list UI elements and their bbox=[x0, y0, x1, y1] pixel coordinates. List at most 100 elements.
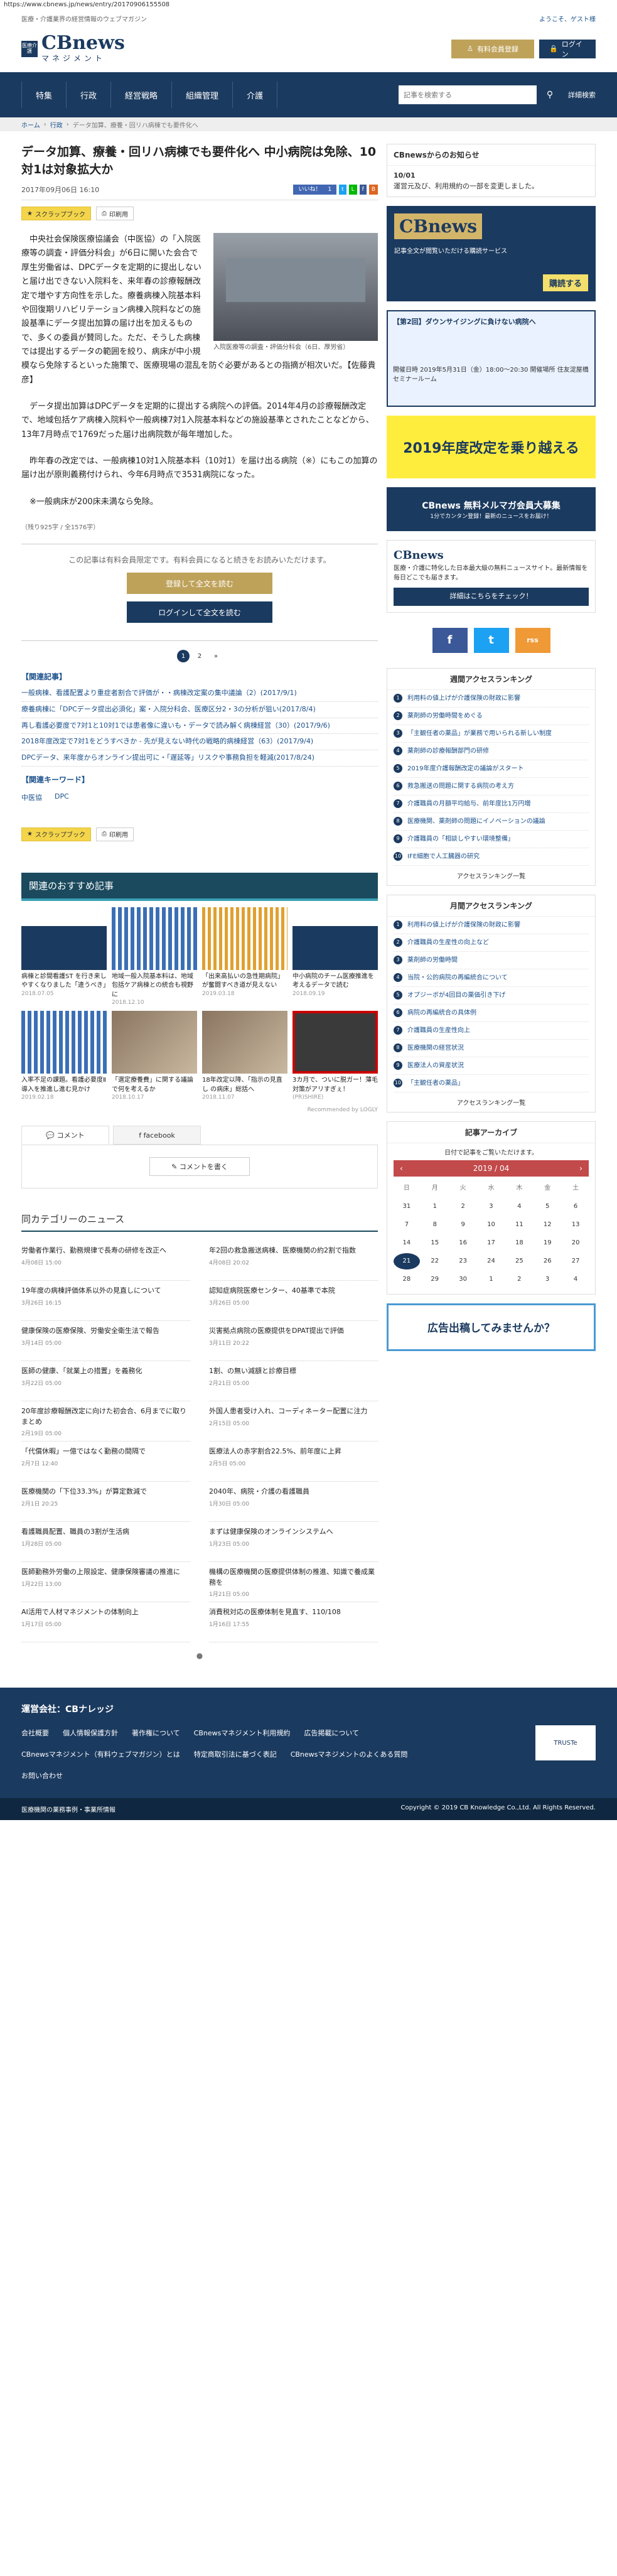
paywall-register-button[interactable]: 登録して全文を読む bbox=[127, 573, 272, 595]
calendar-day[interactable]: 15 bbox=[422, 1235, 448, 1251]
calendar-day[interactable]: 30 bbox=[450, 1271, 476, 1288]
reco-card[interactable]: 地域一般入院基本料は、地域包括ケア病棟との統合も視野に 2018.12.10 bbox=[112, 907, 197, 1006]
calendar-day[interactable]: 2 bbox=[506, 1271, 532, 1288]
calendar-day[interactable]: 3 bbox=[478, 1199, 505, 1215]
twitter-icon[interactable]: t bbox=[473, 627, 509, 653]
calendar-day[interactable]: 10 bbox=[478, 1217, 505, 1233]
crumb-gov[interactable]: 行政 bbox=[50, 120, 63, 129]
reco-card[interactable]: 「出来高払いの急性期病院」が奮闘すべき道が見えない 2019.03.18 bbox=[202, 907, 287, 1006]
monthly-more-link[interactable]: アクセスランキング一覧 bbox=[387, 1092, 595, 1112]
page-2[interactable]: 2 bbox=[193, 650, 206, 662]
nav-item-care[interactable]: 介護 bbox=[233, 82, 278, 108]
footer-link[interactable]: 特定商取引法に基づく表記 bbox=[194, 1747, 277, 1762]
ranking-item[interactable]: 救急搬送の問題に関する病院の考え方 bbox=[394, 778, 589, 795]
site-logo[interactable]: 医療介護 CBnews マネジメント bbox=[21, 34, 125, 63]
calendar-day[interactable]: 28 bbox=[394, 1271, 420, 1288]
related-link[interactable]: 療養病棟に「DPCデータ提出必須化」案・入院分科会、医療区分2・3の分析が狙い(… bbox=[21, 702, 378, 718]
next-month-icon[interactable]: › bbox=[579, 1164, 582, 1173]
nav-item-strategy[interactable]: 経営戦略 bbox=[111, 82, 173, 108]
calendar-day[interactable]: 6 bbox=[562, 1199, 589, 1215]
calendar-day[interactable]: 16 bbox=[450, 1235, 476, 1251]
calendar-day[interactable]: 12 bbox=[534, 1217, 561, 1233]
ranking-item[interactable]: 医療機関の経営状況 bbox=[394, 1040, 589, 1057]
reco-card[interactable]: 中小病院のチーム医療推進を考えるデータで読む 2018.09.19 bbox=[292, 907, 378, 1006]
news-item[interactable]: 機構の医療機関の医療提供体制の推進、知識で養成業務を 1月21日 05:00 bbox=[209, 1562, 378, 1603]
news-item[interactable]: 医療機関の「下位33.3%」が算定数減で 2月1日 20:25 bbox=[21, 1482, 190, 1522]
calendar-day[interactable]: 11 bbox=[506, 1217, 532, 1233]
hatena-icon[interactable]: B bbox=[368, 185, 378, 195]
calendar-day[interactable]: 3 bbox=[534, 1271, 561, 1288]
nav-item-org[interactable]: 組織管理 bbox=[172, 82, 233, 108]
footer-link[interactable]: お問い合わせ bbox=[21, 1768, 63, 1783]
prev-month-icon[interactable]: ‹ bbox=[400, 1164, 403, 1173]
calendar-day[interactable]: 23 bbox=[450, 1253, 476, 1269]
register-button[interactable]: ♙ 有料会員登録 bbox=[451, 39, 534, 58]
calendar-day[interactable]: 9 bbox=[450, 1217, 476, 1233]
news-item[interactable]: 健康保険の医療保険、労働安全衛生法で報告 3月14日 05:00 bbox=[21, 1321, 190, 1362]
ranking-item[interactable]: 「主観任者の薬品」 bbox=[394, 1075, 589, 1092]
calendar-day[interactable]: 2 bbox=[450, 1199, 476, 1215]
calendar-day[interactable]: 5 bbox=[534, 1199, 561, 1215]
revision-banner[interactable]: 2019年度改定を乗り越える bbox=[387, 416, 596, 478]
ranking-item[interactable]: 介護職員の生産性向上 bbox=[394, 1022, 589, 1040]
news-item[interactable]: 医療法人の赤字割合22.5%、前年度に上昇 2月5日 05:00 bbox=[209, 1442, 378, 1482]
calendar-day[interactable]: 29 bbox=[422, 1271, 448, 1288]
mailmag-banner[interactable]: CBnews 無料メルマガ会員大募集 1分でカンタン登録！最新のニュースをお届け！ bbox=[387, 487, 596, 531]
calendar-day[interactable]: 22 bbox=[422, 1253, 448, 1269]
ranking-item[interactable]: 医療機関、薬剤師の問題にイノベーションの議論 bbox=[394, 813, 589, 831]
footer-link[interactable]: 会社概要 bbox=[21, 1725, 49, 1740]
search-button[interactable]: ⚲ bbox=[540, 85, 559, 104]
related-link[interactable]: 2018年度改定で7対1をどうすべきか - 先が見えない時代の戦略的病棟経営（6… bbox=[21, 734, 378, 751]
ranking-item[interactable]: 利用料の値上げが介護保険の財政に影響 bbox=[394, 917, 589, 934]
page-1[interactable]: 1 bbox=[177, 650, 190, 663]
address-bar[interactable]: https://www.cbnews.jp/news/entry/2017090… bbox=[0, 0, 617, 11]
calendar-day[interactable]: 19 bbox=[534, 1235, 561, 1251]
calendar-day[interactable]: 7 bbox=[394, 1217, 420, 1233]
nav-item-feature[interactable]: 特集 bbox=[21, 82, 67, 108]
calendar-day[interactable]: 24 bbox=[478, 1253, 505, 1269]
reco-card[interactable]: 「選定療養費」に関する議論で何を考えるか 2018.10.17 bbox=[112, 1011, 197, 1101]
calendar-day[interactable]: 4 bbox=[506, 1199, 532, 1215]
calendar-day[interactable]: 1 bbox=[478, 1271, 505, 1288]
news-item[interactable]: 医師の健康、「就業上の措置」を義務化 3月22日 05:00 bbox=[21, 1361, 190, 1402]
footer-link[interactable]: 著作権について bbox=[132, 1725, 180, 1740]
cbnews-banner[interactable]: CBnews 医療・介護に特化した日本最大級の無料ニュースサイト。最新情報を毎日… bbox=[387, 540, 596, 613]
news-item[interactable]: 看護職員配置、職員の3割が生活病 1月28日 05:00 bbox=[21, 1522, 190, 1563]
notice-item[interactable]: 10/01 運営元及び、利用規約の一部を変更しました。 bbox=[387, 166, 595, 197]
ranking-item[interactable]: 薬剤師の労働時間 bbox=[394, 952, 589, 969]
news-item[interactable]: 労働者作業行、勤務規律で長寿の研修を改正へ 4月08日 15:00 bbox=[21, 1241, 190, 1281]
search-input[interactable] bbox=[399, 85, 537, 104]
related-link[interactable]: 再し看護必要度で7対1と10対1では患者像に違いも・データで読み解く病棟経営（3… bbox=[21, 718, 378, 735]
related-link[interactable]: DPCデータ、来年度からオンライン提出可に・「遅延等」リスクや事務負担を軽減(2… bbox=[21, 750, 378, 767]
ranking-item[interactable]: オプジーボが4回目の薬価引き下げ bbox=[394, 987, 589, 1005]
news-item[interactable]: 年2回の救急搬送病棟、医療機関の約2割で指数 4月08日 20:02 bbox=[209, 1241, 378, 1281]
ranking-item[interactable]: 病院の再編統合の具体例 bbox=[394, 1005, 589, 1022]
nav-item-gov[interactable]: 行政 bbox=[67, 82, 112, 108]
calendar-day[interactable]: 1 bbox=[422, 1199, 448, 1215]
news-item[interactable]: AI活用で人材マネジメントの体制向上 1月17日 05:00 bbox=[21, 1602, 190, 1643]
calendar-day[interactable]: 26 bbox=[534, 1253, 561, 1269]
reco-card[interactable]: 病棟と診間看護ST を行き来しやすくなりました「違うべき」 2018.07.05 bbox=[21, 907, 109, 1006]
news-item[interactable]: 消費税対応の医療体制を見直す、110/108 1月16日 17:55 bbox=[209, 1602, 378, 1643]
news-item[interactable]: 医師勤務外労働の上限設定、健康保険審議の推進に 1月22日 13:00 bbox=[21, 1562, 190, 1603]
print-button-bottom[interactable]: ⎙ 印刷用 bbox=[95, 827, 134, 841]
ranking-item[interactable]: 「主観任者の薬品」が業務で用いられる新しい制度 bbox=[394, 725, 589, 743]
footer-link[interactable]: 広告掲載について bbox=[304, 1725, 359, 1740]
calendar-day[interactable]: 8 bbox=[422, 1217, 448, 1233]
advanced-search-link[interactable]: 詳細検索 bbox=[568, 90, 596, 100]
calendar-day[interactable]: 27 bbox=[562, 1253, 589, 1269]
keyword-link[interactable]: 中医協 bbox=[21, 792, 42, 802]
calendar-day[interactable]: 4 bbox=[562, 1271, 589, 1288]
rss-icon[interactable]: rss bbox=[515, 627, 550, 653]
calendar-day[interactable]: 21 bbox=[394, 1253, 420, 1269]
keyword-link[interactable]: DPC bbox=[55, 792, 69, 802]
crumb-home[interactable]: ホーム bbox=[21, 120, 40, 129]
ranking-item[interactable]: 2019年度介護報酬改定の議論がスタート bbox=[394, 760, 589, 778]
facebook-icon[interactable]: f bbox=[432, 627, 468, 653]
calendar-day[interactable]: 31 bbox=[394, 1199, 420, 1215]
ranking-item[interactable]: 介護職員の月額平均給与、前年度比1万円増 bbox=[394, 795, 589, 813]
twitter-icon[interactable]: t bbox=[339, 185, 346, 195]
news-item[interactable]: 外国人患者受け入れ、コーディネーター配置に注力 2月15日 05:00 bbox=[209, 1401, 378, 1442]
footer-link[interactable]: CBnewsマネジメント利用規約 bbox=[194, 1725, 291, 1740]
calendar-day[interactable]: 13 bbox=[562, 1217, 589, 1233]
